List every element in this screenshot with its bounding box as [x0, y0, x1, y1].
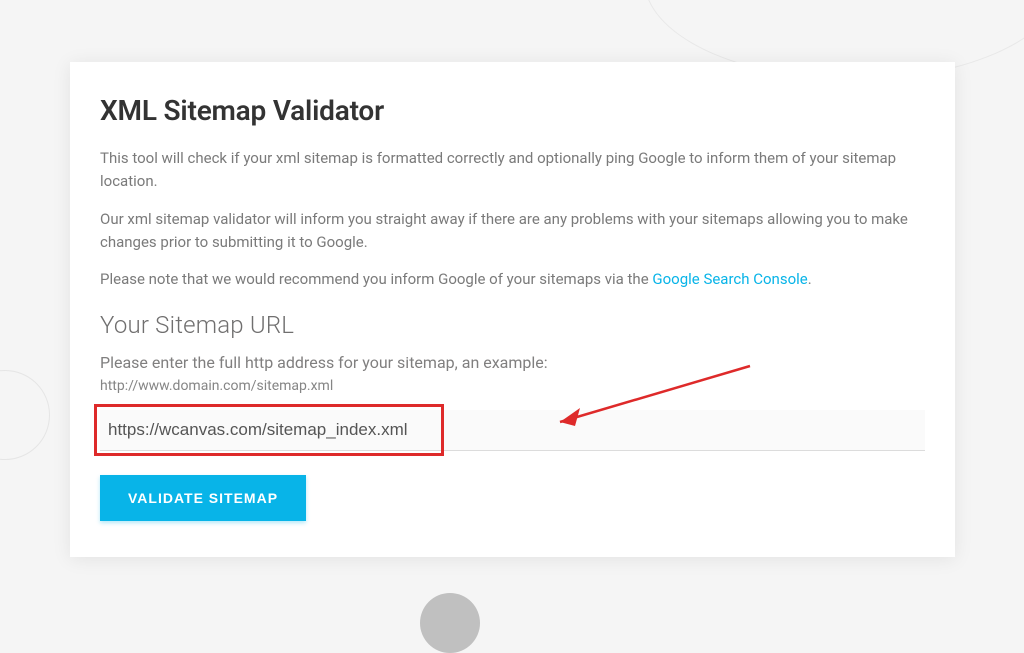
validate-sitemap-button[interactable]: VALIDATE SITEMAP [100, 475, 306, 521]
input-hint: Please enter the full http address for y… [100, 353, 925, 372]
description-3-prefix: Please note that we would recommend you … [100, 270, 652, 288]
bg-decor-bottom [420, 593, 480, 653]
bg-decor-left [0, 370, 50, 460]
input-wrapper [100, 410, 925, 451]
sitemap-url-input[interactable] [100, 410, 925, 451]
page-title: XML Sitemap Validator [100, 94, 925, 127]
description-3-suffix: . [808, 270, 812, 288]
description-3: Please note that we would recommend you … [100, 268, 925, 291]
google-search-console-link[interactable]: Google Search Console [652, 270, 807, 288]
section-title: Your Sitemap URL [100, 311, 925, 339]
description-2: Our xml sitemap validator will inform yo… [100, 208, 925, 255]
validator-card: XML Sitemap Validator This tool will che… [70, 62, 955, 557]
description-1: This tool will check if your xml sitemap… [100, 147, 925, 194]
input-example: http://www.domain.com/sitemap.xml [100, 378, 925, 394]
